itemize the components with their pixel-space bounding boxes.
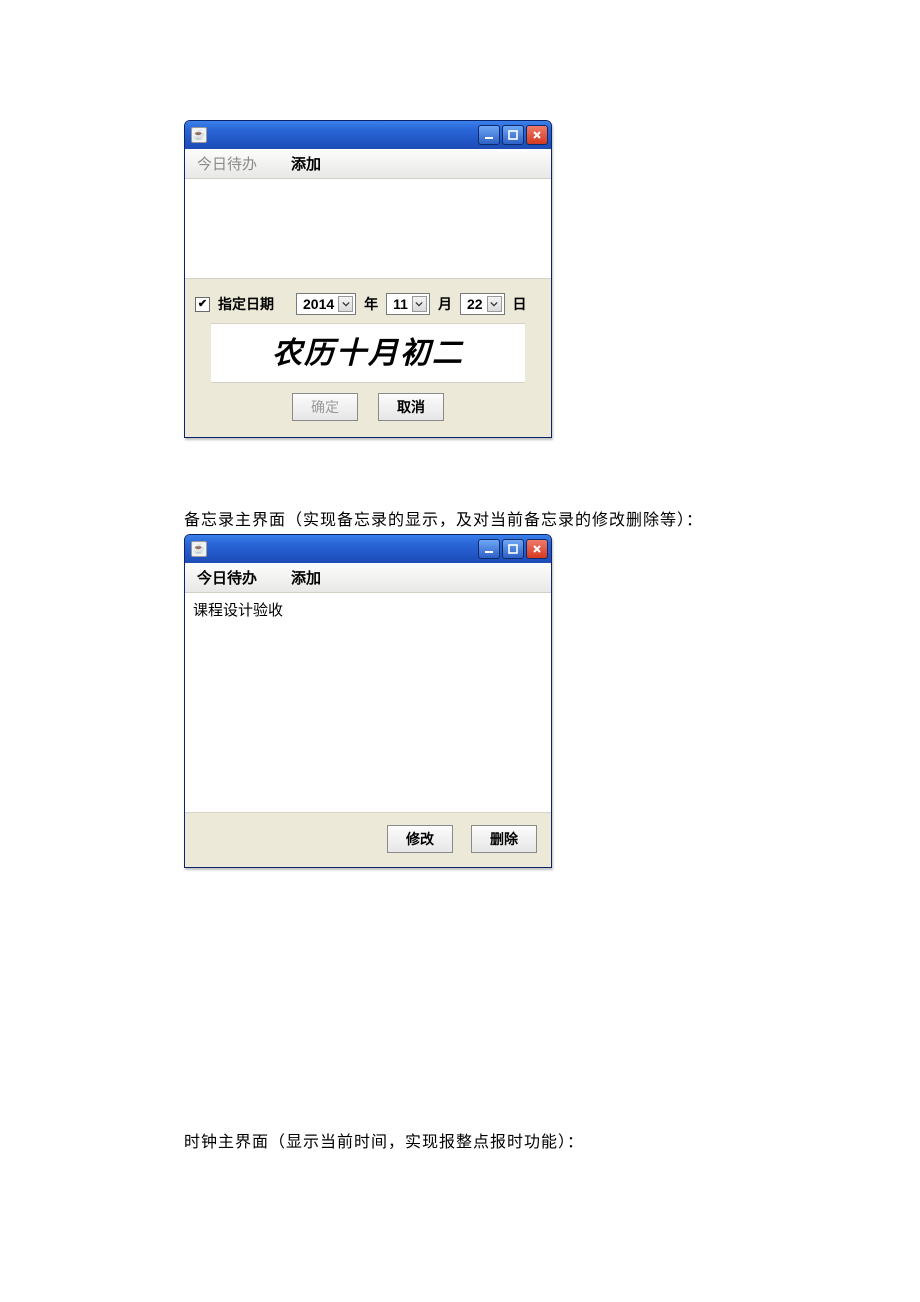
caption-clock-main: 时钟主界面（显示当前时间，实现报整点报时功能）： [184,1128,736,1152]
specify-date-label: 指定日期 [218,294,274,314]
lunar-date-label: 农历十月初二 [211,323,525,383]
caption-memo-main: 备忘录主界面（实现备忘录的显示，及对当前备忘录的修改删除等）： [184,506,736,530]
add-memo-window: ☕ 今日待办 添加 ✔ 指定日期 2014 年 [184,120,552,438]
java-icon: ☕ [191,127,207,143]
maximize-button[interactable] [502,125,524,145]
chevron-down-icon [487,296,502,312]
memo-textarea[interactable] [185,179,551,279]
day-value: 22 [467,296,483,312]
button-row: 修改 删除 [185,813,551,867]
specify-date-checkbox[interactable]: ✔ [195,297,210,312]
delete-button[interactable]: 删除 [471,825,537,853]
chevron-down-icon [338,296,353,312]
maximize-button[interactable] [502,539,524,559]
menu-add[interactable]: 添加 [285,565,327,590]
month-label: 月 [438,294,452,314]
edit-button[interactable]: 修改 [387,825,453,853]
memo-list[interactable]: 课程设计验收 [185,593,551,813]
month-select[interactable]: 11 [386,293,430,315]
java-icon: ☕ [191,541,207,557]
button-row: 确定 取消 [185,383,551,437]
menu-today-todo[interactable]: 今日待办 [191,151,263,176]
chevron-down-icon [412,296,427,312]
cancel-button[interactable]: 取消 [378,393,444,421]
year-label: 年 [364,294,378,314]
date-row: ✔ 指定日期 2014 年 11 月 22 日 [185,279,551,323]
menu-today-todo[interactable]: 今日待办 [191,565,263,590]
minimize-button[interactable] [478,539,500,559]
minimize-button[interactable] [478,125,500,145]
day-select[interactable]: 22 [460,293,505,315]
memo-main-window: ☕ 今日待办 添加 课程设计验收 修改 删除 [184,534,552,868]
menu-add[interactable]: 添加 [285,151,327,176]
close-button[interactable] [526,539,548,559]
menubar: 今日待办 添加 [185,149,551,179]
year-select[interactable]: 2014 [296,293,356,315]
titlebar[interactable]: ☕ [185,535,551,563]
year-value: 2014 [303,296,334,312]
titlebar[interactable]: ☕ [185,121,551,149]
list-item[interactable]: 课程设计验收 [193,599,543,620]
menubar: 今日待办 添加 [185,563,551,593]
ok-button[interactable]: 确定 [292,393,358,421]
month-value: 11 [393,296,408,312]
close-button[interactable] [526,125,548,145]
day-label: 日 [513,294,527,314]
